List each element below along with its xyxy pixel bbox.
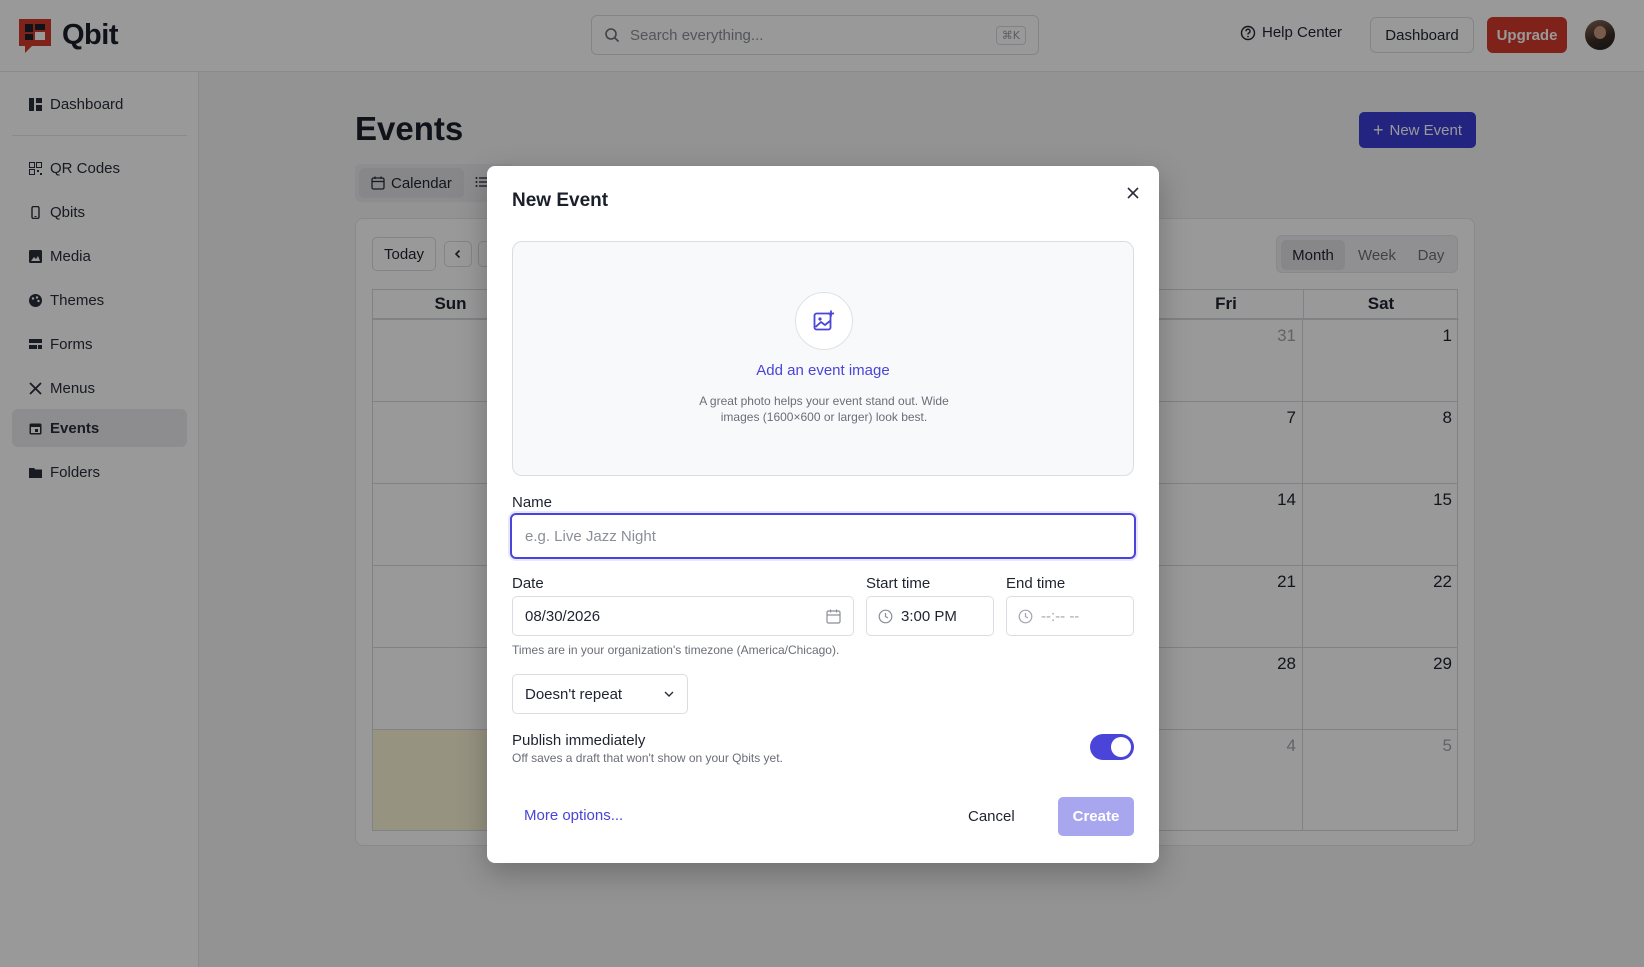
publish-title: Publish immediately bbox=[512, 732, 646, 749]
timezone-note: Times are in your organization's timezon… bbox=[512, 643, 840, 657]
end-time-placeholder: --:-- -- bbox=[1041, 607, 1080, 625]
dialog-title: New Event bbox=[512, 190, 609, 211]
name-placeholder: e.g. Live Jazz Night bbox=[525, 527, 656, 545]
close-icon bbox=[1127, 187, 1139, 199]
publish-toggle[interactable] bbox=[1090, 734, 1134, 760]
repeat-value: Doesn't repeat bbox=[525, 685, 623, 703]
new-event-dialog: New Event Add an event image A great pho… bbox=[487, 166, 1159, 863]
more-options-link[interactable]: More options... bbox=[524, 807, 623, 824]
date-field[interactable]: 08/30/2026 bbox=[512, 596, 854, 636]
chevron-down-icon bbox=[664, 691, 674, 697]
clock-icon bbox=[878, 609, 893, 623]
end-time-field[interactable]: --:-- -- bbox=[1006, 596, 1134, 636]
start-time-field[interactable]: 3:00 PM bbox=[866, 596, 994, 636]
event-image-dropzone[interactable]: Add an event image A great photo helps y… bbox=[512, 241, 1134, 476]
calendar-icon[interactable] bbox=[826, 609, 841, 624]
image-help-text: A great photo helps your event stand out… bbox=[699, 394, 949, 424]
date-value: 08/30/2026 bbox=[525, 607, 601, 625]
toggle-knob bbox=[1111, 737, 1131, 757]
add-image-icon bbox=[813, 310, 834, 331]
cancel-button[interactable]: Cancel bbox=[968, 808, 1015, 825]
publish-subtitle: Off saves a draft that won't show on you… bbox=[512, 751, 783, 765]
close-button[interactable] bbox=[1124, 184, 1142, 202]
clock-icon bbox=[1018, 609, 1033, 623]
add-image-label[interactable]: Add an event image bbox=[513, 362, 1133, 379]
name-field[interactable]: e.g. Live Jazz Night bbox=[510, 513, 1136, 559]
add-image-button[interactable] bbox=[795, 292, 853, 350]
name-label: Name bbox=[512, 494, 553, 511]
repeat-select[interactable]: Doesn't repeat bbox=[512, 674, 688, 714]
date-label: Date bbox=[512, 575, 544, 592]
start-time-value: 3:00 PM bbox=[901, 607, 957, 625]
create-button[interactable]: Create bbox=[1058, 797, 1134, 836]
end-time-label: End time bbox=[1006, 575, 1066, 592]
start-time-label: Start time bbox=[866, 575, 931, 592]
